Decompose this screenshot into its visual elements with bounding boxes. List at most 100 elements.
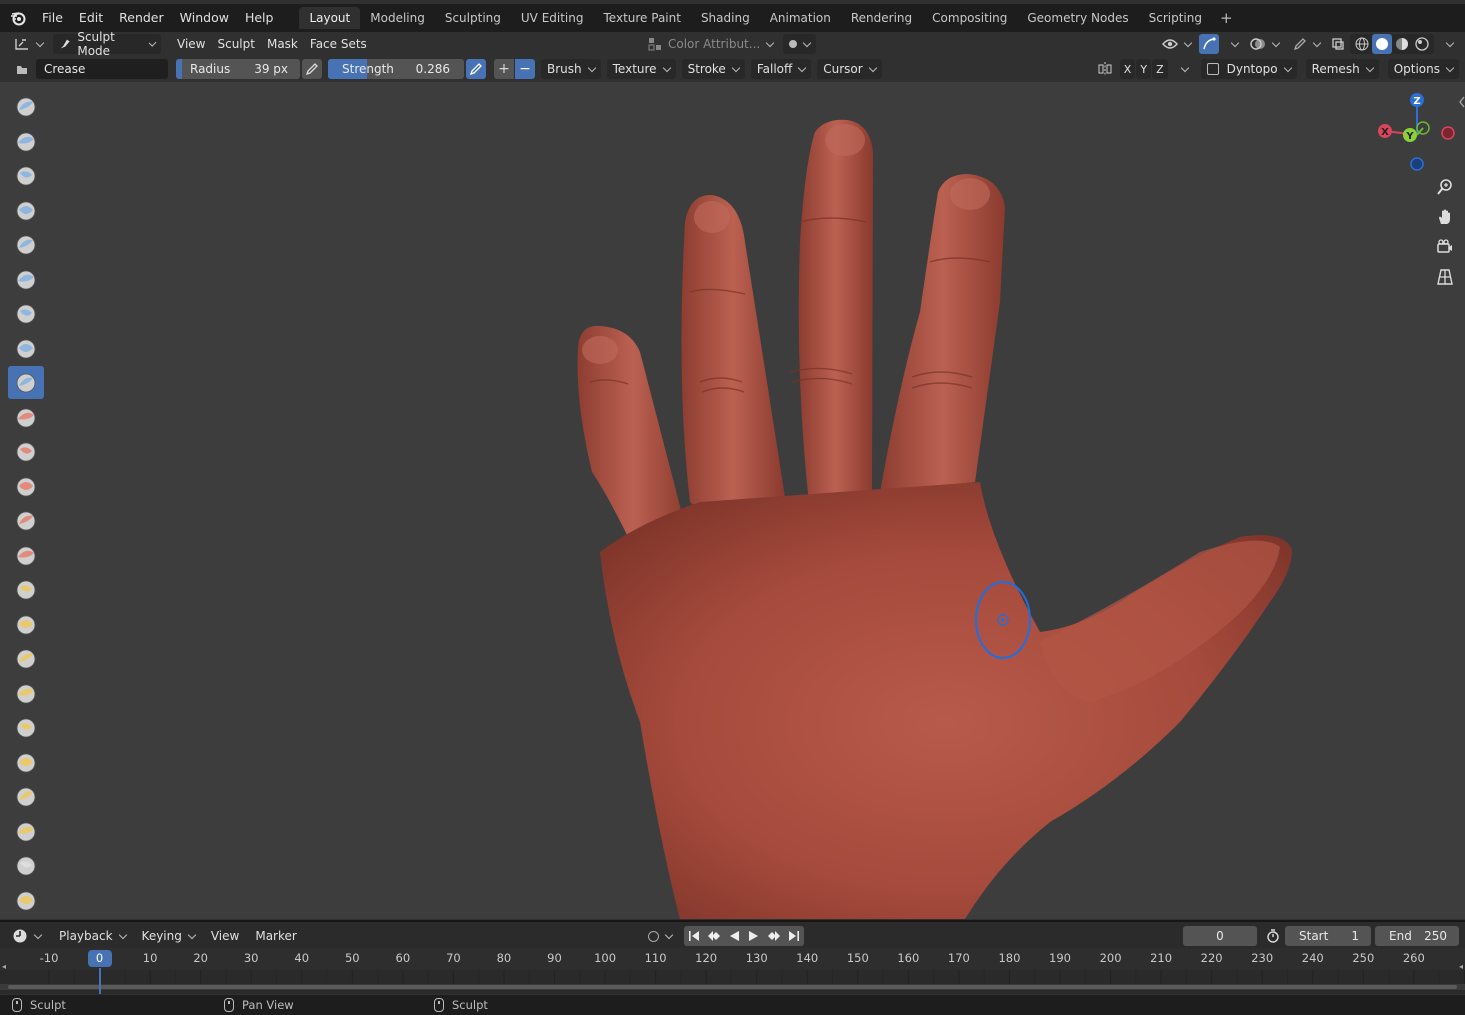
tool-nudge[interactable]	[8, 780, 44, 813]
camera-view-button[interactable]	[1431, 233, 1459, 261]
jump-end-button[interactable]	[784, 926, 804, 946]
prev-keyframe-button[interactable]	[704, 926, 724, 946]
header-menu-sculpt[interactable]: Sculpt	[211, 34, 260, 54]
wireframe-shading-button[interactable]	[1352, 34, 1372, 54]
menu-help[interactable]: Help	[237, 4, 282, 32]
neg-x-axis-handle[interactable]	[1441, 126, 1455, 140]
timeline-menu-playback[interactable]: Playback	[53, 926, 132, 946]
tab-animation[interactable]: Animation	[760, 7, 841, 29]
tab-modeling[interactable]: Modeling	[360, 7, 435, 29]
tool-snake-hook[interactable]	[8, 676, 44, 709]
tool-pose[interactable]	[8, 745, 44, 778]
tool-inflate[interactable]	[8, 297, 44, 330]
menu-window[interactable]: Window	[172, 4, 237, 32]
direction-subtract-button[interactable]: −	[515, 59, 535, 79]
tab-scripting[interactable]: Scripting	[1139, 7, 1212, 29]
tool-elastic-deform[interactable]	[8, 642, 44, 675]
overlay-dropdown[interactable]	[1244, 34, 1285, 54]
tool-grab[interactable]	[8, 607, 44, 640]
tab-shading[interactable]: Shading	[691, 7, 760, 29]
timeline-scrollbar[interactable]	[8, 985, 1457, 989]
tool-scrape[interactable]	[8, 504, 44, 537]
next-keyframe-button[interactable]	[764, 926, 784, 946]
falloff-dropdown[interactable]: Falloff	[750, 59, 812, 79]
play-reverse-button[interactable]	[724, 926, 744, 946]
timeline[interactable]: -10 0 10 20 30 40 50 60 70 80 90 100 110 120 130 140 150…	[0, 948, 1465, 994]
jump-start-button[interactable]	[684, 926, 704, 946]
timeline-editor-type-button[interactable]	[6, 926, 47, 946]
gizmo-toggle-button[interactable]	[1199, 34, 1219, 54]
xray-toggle-button[interactable]	[1328, 34, 1348, 54]
header-menu-face-sets[interactable]: Face Sets	[304, 34, 373, 54]
play-button[interactable]	[744, 926, 764, 946]
menu-edit[interactable]: Edit	[71, 4, 111, 32]
menu-render[interactable]: Render	[111, 4, 172, 32]
texture-dropdown[interactable]: Texture	[606, 59, 676, 79]
zoom-button[interactable]	[1431, 173, 1459, 201]
options-dropdown[interactable]: Options	[1387, 59, 1459, 79]
mode-selector[interactable]: Sculpt Mode	[53, 30, 161, 58]
radius-pressure-button[interactable]	[302, 59, 322, 79]
symmetry-z-toggle[interactable]: Z	[1152, 59, 1168, 79]
tab-sculpting[interactable]: Sculpting	[435, 7, 511, 29]
tool-crease[interactable]	[8, 365, 44, 399]
brush-name-field[interactable]: Crease	[36, 59, 168, 79]
tab-geometry-nodes[interactable]: Geometry Nodes	[1017, 7, 1138, 29]
sidebar-toggle-icon[interactable]	[1459, 96, 1465, 108]
menu-file[interactable]: File	[34, 4, 71, 32]
tool-layer[interactable]	[8, 262, 44, 295]
remesh-dropdown[interactable]: Remesh	[1305, 59, 1379, 79]
shading-dropdown[interactable]	[1436, 34, 1457, 54]
tab-uv-editing[interactable]: UV Editing	[511, 7, 594, 29]
xray-dropdown[interactable]	[1287, 34, 1326, 54]
cursor-dropdown[interactable]: Cursor	[817, 59, 882, 79]
tab-layout[interactable]: Layout	[299, 7, 361, 29]
strength-field[interactable]: Strength 0.286	[328, 59, 464, 79]
preview-range-button[interactable]	[1263, 926, 1283, 946]
frame-ruler[interactable]: -10 0 10 20 30 40 50 60 70 80 90 100 110 120 130 140 150…	[0, 948, 1465, 970]
header-menu-mask[interactable]: Mask	[261, 34, 304, 54]
solid-shading-button[interactable]	[1372, 34, 1392, 54]
tab-compositing[interactable]: Compositing	[922, 7, 1017, 29]
tool-flatten[interactable]	[8, 435, 44, 468]
strength-pressure-button[interactable]	[466, 59, 486, 79]
editor-type-button[interactable]	[8, 34, 49, 54]
pan-button[interactable]	[1431, 203, 1459, 231]
shading-dot-dropdown[interactable]	[783, 34, 817, 54]
blender-logo-icon[interactable]	[10, 10, 26, 26]
tool-pinch[interactable]	[8, 573, 44, 606]
brush-asset-icon[interactable]	[12, 59, 32, 79]
perspective-toggle-button[interactable]	[1431, 263, 1459, 291]
tool-smooth[interactable]	[8, 400, 44, 433]
start-frame-field[interactable]: Start 1	[1285, 926, 1371, 946]
tool-fill[interactable]	[8, 469, 44, 502]
auto-keying-dropdown[interactable]	[642, 926, 678, 946]
symmetry-x-toggle[interactable]: X	[1119, 59, 1136, 79]
rendered-shading-button[interactable]	[1412, 34, 1432, 54]
timeline-menu-view[interactable]: View	[205, 926, 245, 946]
dyntopo-dropdown[interactable]: Dyntopo	[1200, 59, 1297, 79]
tool-multiplane-scrape[interactable]	[8, 538, 44, 571]
tool-clay-thumb[interactable]	[8, 228, 44, 261]
tool-blob[interactable]	[8, 331, 44, 364]
tool-slide-relax[interactable]	[8, 849, 44, 882]
tool-clay[interactable]	[8, 159, 44, 192]
tool-rotate[interactable]	[8, 814, 44, 847]
timeline-menu-marker[interactable]: Marker	[249, 926, 302, 946]
gizmo-dropdown[interactable]	[1221, 34, 1242, 54]
current-frame-field[interactable]: 0	[1183, 926, 1257, 946]
tool-boundary[interactable]	[8, 883, 44, 916]
tool-thumb[interactable]	[8, 711, 44, 744]
material-shading-button[interactable]	[1392, 34, 1412, 54]
3d-viewport[interactable]	[0, 82, 1465, 919]
dyntopo-checkbox[interactable]	[1206, 63, 1219, 75]
direction-add-button[interactable]: +	[494, 59, 514, 79]
neg-z-axis-handle[interactable]	[1410, 157, 1424, 171]
tool-clay-strips[interactable]	[8, 193, 44, 226]
radius-field[interactable]: Radius 39 px	[176, 59, 300, 79]
header-menu-view[interactable]: View	[171, 34, 211, 54]
tool-draw[interactable]	[8, 90, 44, 123]
tab-rendering[interactable]: Rendering	[841, 7, 922, 29]
timeline-menu-keying[interactable]: Keying	[136, 926, 201, 946]
stroke-dropdown[interactable]: Stroke	[681, 59, 745, 79]
